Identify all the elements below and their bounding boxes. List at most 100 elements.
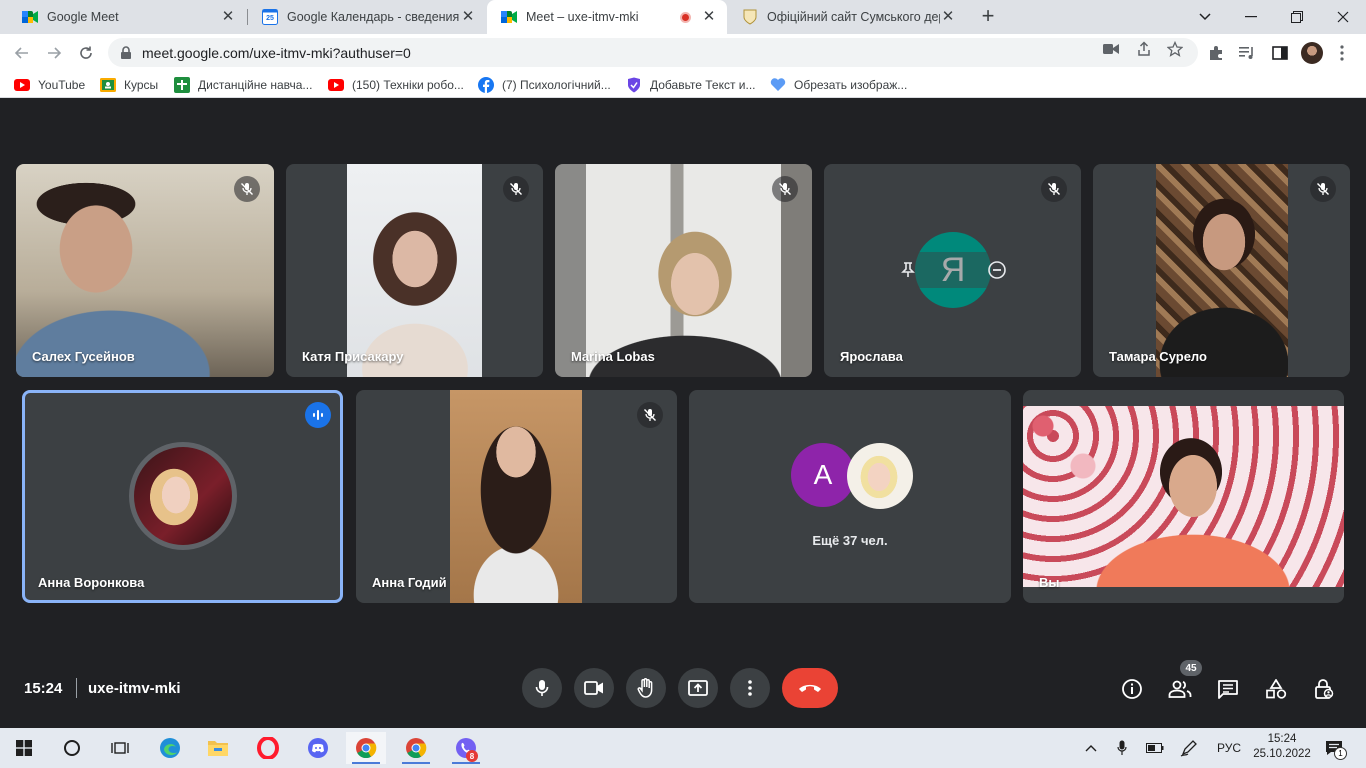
camera-button[interactable] [574,668,614,708]
participant-tile-speaking[interactable]: Анна Воронкова [22,390,343,603]
close-window-button[interactable] [1320,0,1366,34]
raise-hand-button[interactable] [626,668,666,708]
extensions-puzzle-icon[interactable] [1206,43,1226,63]
browser-tab-strip: Google Meet ✕ 25 Google Календарь - свед… [0,0,1366,34]
shield-crest-icon [742,9,758,25]
back-button[interactable] [8,39,36,67]
remove-icon[interactable] [987,260,1007,280]
self-tile[interactable]: Вы [1023,390,1344,603]
close-icon[interactable]: ✕ [460,9,476,25]
system-clock[interactable]: 15:24 25.10.2022 [1252,732,1312,762]
bookmark-facebook[interactable]: (7) Психологічний... [478,75,611,95]
more-participants-label: Ещё 37 чел. [812,533,888,548]
participant-tile[interactable]: Тамара Сурело [1093,164,1350,377]
side-panel-icon[interactable] [1270,43,1290,63]
restore-icon [1291,11,1303,23]
classroom-icon [100,77,116,93]
leave-call-button[interactable] [782,668,838,708]
minimize-button[interactable] [1228,0,1274,34]
media-control-icon[interactable] [1238,43,1258,63]
close-icon[interactable]: ✕ [220,9,236,25]
taskbar-file-explorer[interactable] [198,732,238,764]
participant-tile[interactable]: Салех Гусейнов [16,164,274,377]
search-button[interactable] [52,732,92,764]
taskbar-chrome-profile[interactable] [396,732,436,764]
more-options-button[interactable] [730,668,770,708]
windows-logo-icon [16,740,32,756]
tab-meet-active[interactable]: Meet – uxe-itmv-mki ✕ [487,0,727,34]
more-participants-tile[interactable]: A Ещё 37 чел. [689,390,1011,603]
tab-search-button[interactable] [1182,0,1228,34]
task-view-button[interactable] [100,732,140,764]
close-icon[interactable]: ✕ [701,9,717,25]
taskbar-viber[interactable]: 8 [446,732,486,764]
bookmark-add-text[interactable]: Добавьте Текст и... [626,75,756,95]
chevron-down-icon [1199,13,1211,21]
camera-in-use-icon[interactable] [1102,40,1120,58]
bookmark-youtube-techniques[interactable]: (150) Техніки робо... [328,75,464,95]
tab-google-meet[interactable]: Google Meet ✕ [8,0,246,34]
bookmark-distance-learning[interactable]: Дистанційне навча... [174,75,312,95]
participant-name: Катя Присакару [302,349,404,364]
taskbar-discord[interactable] [298,732,338,764]
tab-google-calendar[interactable]: 25 Google Календарь - сведения о ✕ [248,0,486,34]
bookmark-label: Курсы [124,78,159,92]
close-icon[interactable]: ✕ [940,9,956,25]
audio-wave-icon [305,402,331,428]
restore-button[interactable] [1274,0,1320,34]
menu-kebab-icon[interactable] [1332,43,1352,63]
self-video [1023,406,1344,587]
host-controls-button[interactable] [1311,676,1337,702]
show-hidden-icons[interactable] [1082,738,1100,758]
microphone-button[interactable] [522,668,562,708]
new-tab-button[interactable]: + [976,5,1000,29]
taskbar-opera[interactable] [248,732,288,764]
activities-button[interactable] [1263,676,1289,702]
tab-title: Google Календарь - сведения о [287,10,460,24]
tab-sumy-site[interactable]: Офіційний сайт Сумського держ ✕ [728,0,966,34]
meeting-details-button[interactable] [1119,676,1145,702]
url-text: meet.google.com/uxe-itmv-mki?authuser=0 [142,44,411,61]
participant-video [1156,164,1288,377]
chat-button[interactable] [1215,676,1241,702]
tab-title: Meet – uxe-itmv-mki [526,10,639,24]
participant-name: Вы [1039,575,1060,590]
microphone-in-use[interactable] [1112,738,1132,758]
pin-icon[interactable] [898,260,918,280]
taskbar-edge[interactable] [150,732,190,764]
meet-icon [22,9,38,25]
participant-name: Анна Годий [372,575,447,590]
task-view-icon [111,742,129,754]
address-bar[interactable]: meet.google.com/uxe-itmv-mki?authuser=0 [108,38,1198,67]
participant-tile[interactable]: Marina Lobas [555,164,812,377]
bookmark-crop-image[interactable]: Обрезать изображ... [770,75,907,95]
participant-video [347,164,482,377]
profile-avatar[interactable] [1301,42,1323,64]
bookmark-classroom[interactable]: Курсы [100,75,158,95]
clock-date: 25.10.2022 [1253,748,1311,760]
chrome-icon [406,738,427,759]
hover-overlay [915,252,991,288]
participant-tile[interactable]: Катя Присакару [286,164,543,377]
share-icon[interactable] [1135,40,1153,58]
start-button[interactable] [4,732,44,764]
microphone-icon [535,680,549,696]
bookmark-label: (7) Психологічний... [502,78,611,92]
folder-icon [208,741,228,756]
participant-name: Тамара Сурело [1109,349,1207,364]
participant-tile[interactable]: Анна Годий [356,390,677,603]
avatar-initial: A [813,459,833,490]
taskbar-chrome-active[interactable] [346,732,386,764]
bookmark-youtube[interactable]: YouTube [14,75,85,95]
participant-count-badge: 45 [1180,660,1202,676]
pen-workspace[interactable] [1178,738,1200,758]
participants-button[interactable] [1167,676,1193,702]
battery-indicator[interactable] [1144,738,1166,758]
participant-tile[interactable]: Я Ярослава [824,164,1081,377]
input-language[interactable]: РУС [1212,738,1246,758]
present-screen-button[interactable] [678,668,718,708]
reload-button[interactable] [72,39,100,67]
mic-off-icon [1041,176,1067,202]
star-bookmark-icon[interactable] [1166,40,1184,58]
forward-button[interactable] [40,39,68,67]
